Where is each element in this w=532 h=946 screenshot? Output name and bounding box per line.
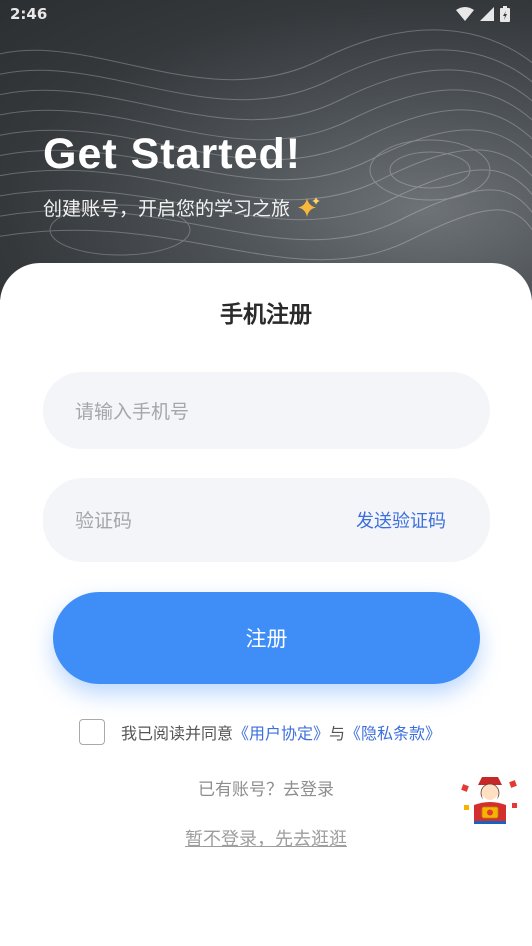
login-prompt: 已有账号？去登录 — [0, 775, 532, 800]
send-code-button[interactable]: 发送验证码 — [356, 478, 446, 562]
hero-subtitle-text: 创建账号，开启您的学习之旅 — [43, 198, 291, 220]
form-title: 手机注册 — [220, 302, 312, 328]
wifi-icon — [456, 7, 474, 21]
privacy-policy-link[interactable]: 《隐私条款》 — [345, 720, 441, 744]
phone-field — [43, 372, 490, 451]
browse-prompt: 暂不登录，先去逛逛 — [0, 825, 532, 851]
status-icons — [456, 6, 510, 22]
status-time: 2:46 — [10, 5, 48, 23]
signal-icon — [480, 7, 494, 21]
browse-as-guest-link[interactable]: 暂不登录，先去逛逛 — [185, 829, 347, 850]
header-banner: 2:46 Get Started! 创建账号，开启您的学习之旅 — [0, 0, 532, 300]
hero-subtitle: 创建账号，开启您的学习之旅 — [43, 194, 322, 221]
agreement-prefix: 我已阅读并同意 — [121, 724, 234, 743]
hero-title: Get Started! — [43, 130, 302, 178]
phone-input[interactable] — [73, 372, 337, 451]
user-agreement-link[interactable]: 《用户协定》 — [233, 720, 329, 744]
sparkle-icon — [298, 196, 321, 217]
agreement-row: 我已阅读并同意 《用户协定》 与 《隐私条款》 — [79, 719, 441, 745]
agreement-connector: 与 — [329, 724, 346, 743]
agreement-checkbox[interactable] — [79, 719, 105, 745]
status-bar: 2:46 — [0, 0, 532, 30]
login-link[interactable]: 已有账号？去登录 — [198, 780, 334, 800]
code-field: 发送验证码 — [43, 478, 490, 564]
register-button[interactable]: 注册 — [53, 592, 480, 684]
fortune-mascot-icon[interactable] — [460, 775, 520, 825]
battery-icon — [500, 6, 510, 22]
verification-code-input[interactable] — [73, 478, 337, 564]
